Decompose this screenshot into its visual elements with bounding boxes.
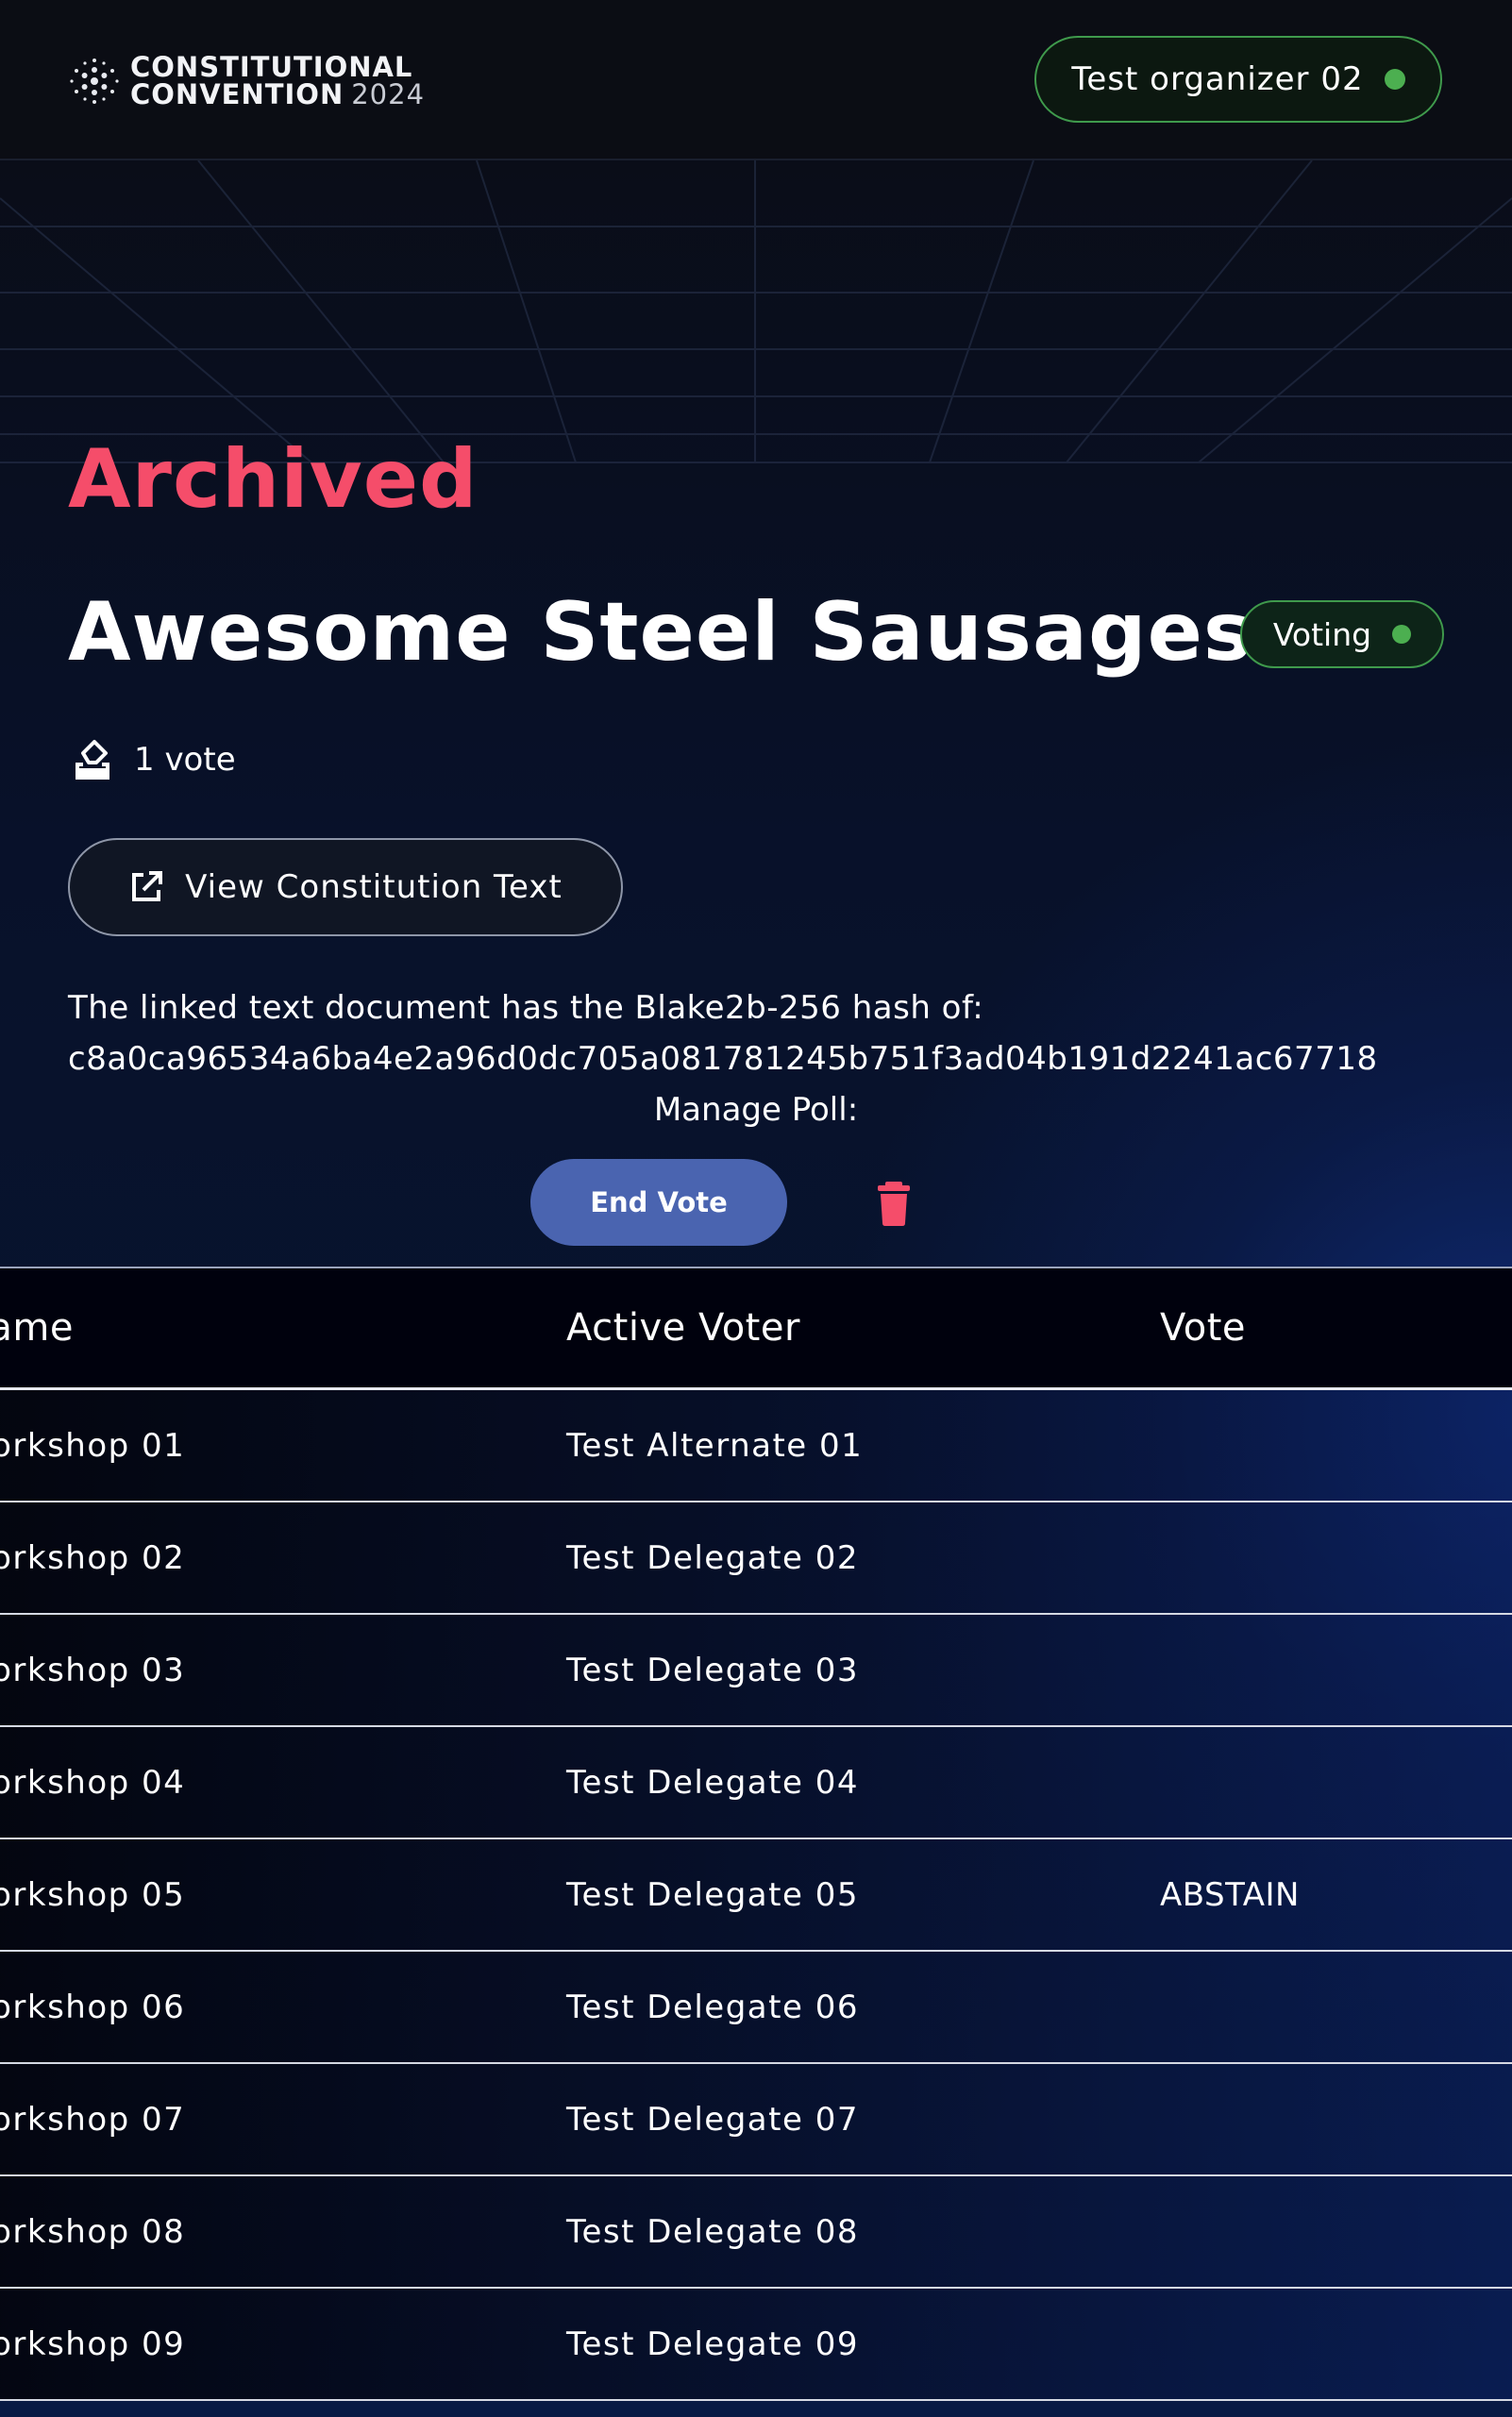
cell-name: Workshop 04 bbox=[0, 1763, 186, 1802]
hash-value: c8a0ca96534a6ba4e2a96d0dc705a081781245b7… bbox=[68, 1040, 1378, 1078]
cell-active-voter: Test Alternate 01 bbox=[566, 1426, 864, 1465]
header-active-voter[interactable]: Active Voter bbox=[566, 1268, 800, 1387]
table-row: Workshop 02 Test Delegate 02 bbox=[0, 1502, 1512, 1615]
table-body: Workshop 01 Test Alternate 01 Workshop 02 T… bbox=[0, 1390, 1512, 2401]
table-row: Workshop 08 Test Delegate 08 bbox=[0, 2176, 1512, 2289]
logo-text: CONSTITUTIONAL CONVENTION 2024 bbox=[130, 54, 425, 109]
logo-line2-text: CONVENTION bbox=[130, 78, 344, 110]
poll-title: Awesome Steel Sausages bbox=[68, 585, 1253, 680]
view-constitution-text-button[interactable]: View Constitution Text bbox=[68, 838, 623, 936]
ballot-box-icon bbox=[76, 740, 109, 780]
cell-active-voter: Test Delegate 08 bbox=[566, 2212, 859, 2251]
voting-status-dot bbox=[1392, 625, 1412, 644]
poll-status-label: Archived bbox=[68, 432, 479, 527]
cell-active-voter: Test Delegate 05 bbox=[566, 1875, 859, 1914]
logo-line1: CONSTITUTIONAL bbox=[130, 51, 413, 83]
table-row: Workshop 01 Test Alternate 01 bbox=[0, 1390, 1512, 1502]
cell-name: Workshop 01 bbox=[0, 1426, 186, 1465]
table-row: Workshop 04 Test Delegate 04 bbox=[0, 1727, 1512, 1839]
cell-name: Workshop 06 bbox=[0, 1988, 186, 2026]
external-link-icon bbox=[132, 871, 163, 901]
voting-badge-label: Voting bbox=[1272, 615, 1372, 653]
header-vote[interactable]: Vote bbox=[1160, 1268, 1246, 1387]
cell-active-voter: Test Delegate 04 bbox=[566, 1763, 859, 1802]
hash-description: The linked text document has the Blake2b… bbox=[68, 989, 984, 1027]
vote-count-text: 1 vote bbox=[134, 741, 236, 779]
top-header: CONSTITUTIONAL CONVENTION 2024 Test organ… bbox=[0, 0, 1512, 160]
cell-active-voter: Test Delegate 09 bbox=[566, 2325, 859, 2363]
table-row: Workshop 06 Test Delegate 06 bbox=[0, 1952, 1512, 2064]
cell-active-voter: Test Delegate 03 bbox=[566, 1651, 859, 1689]
cell-active-voter: Test Delegate 07 bbox=[566, 2100, 859, 2139]
vote-count: 1 vote bbox=[72, 736, 236, 783]
cell-vote: ABSTAIN bbox=[1160, 1875, 1300, 1914]
cell-name: Workshop 02 bbox=[0, 1538, 186, 1577]
table-row: Workshop 07 Test Delegate 07 bbox=[0, 2064, 1512, 2176]
table-header-row: Name Active Voter Vote bbox=[0, 1268, 1512, 1390]
user-menu-button[interactable]: Test organizer 02 bbox=[1034, 36, 1442, 123]
cell-name: Workshop 09 bbox=[0, 2325, 186, 2363]
user-name: Test organizer 02 bbox=[1071, 60, 1364, 98]
cell-name: Workshop 08 bbox=[0, 2212, 186, 2251]
manage-poll-label: Manage Poll: bbox=[653, 1091, 859, 1129]
cell-name: Workshop 07 bbox=[0, 2100, 186, 2139]
table-row: Workshop 03 Test Delegate 03 bbox=[0, 1615, 1512, 1727]
view-text-label: View Constitution Text bbox=[185, 868, 563, 906]
voters-table: Name Active Voter Vote Workshop 01 Test A… bbox=[0, 1267, 1512, 2401]
voting-status-badge: Voting bbox=[1240, 600, 1444, 668]
cell-name: Workshop 03 bbox=[0, 1651, 186, 1689]
header-name[interactable]: Name bbox=[0, 1268, 74, 1387]
online-status-dot bbox=[1384, 69, 1405, 90]
table-row: Workshop 05 Test Delegate 05 ABSTAIN bbox=[0, 1839, 1512, 1952]
logo[interactable]: CONSTITUTIONAL CONVENTION 2024 bbox=[68, 51, 425, 111]
logo-line2: CONVENTION 2024 bbox=[130, 81, 425, 109]
page: CONSTITUTIONAL CONVENTION 2024 Test organ… bbox=[0, 0, 1512, 2417]
table-row: Workshop 09 Test Delegate 09 bbox=[0, 2289, 1512, 2401]
logo-year: 2024 bbox=[351, 78, 426, 110]
end-vote-button[interactable]: End Vote bbox=[530, 1159, 787, 1246]
cell-active-voter: Test Delegate 06 bbox=[566, 1988, 859, 2026]
cell-active-voter: Test Delegate 02 bbox=[566, 1538, 859, 1577]
cardano-logo-icon bbox=[70, 59, 119, 104]
trash-icon[interactable] bbox=[872, 1180, 916, 1227]
cell-name: Workshop 05 bbox=[0, 1875, 186, 1914]
